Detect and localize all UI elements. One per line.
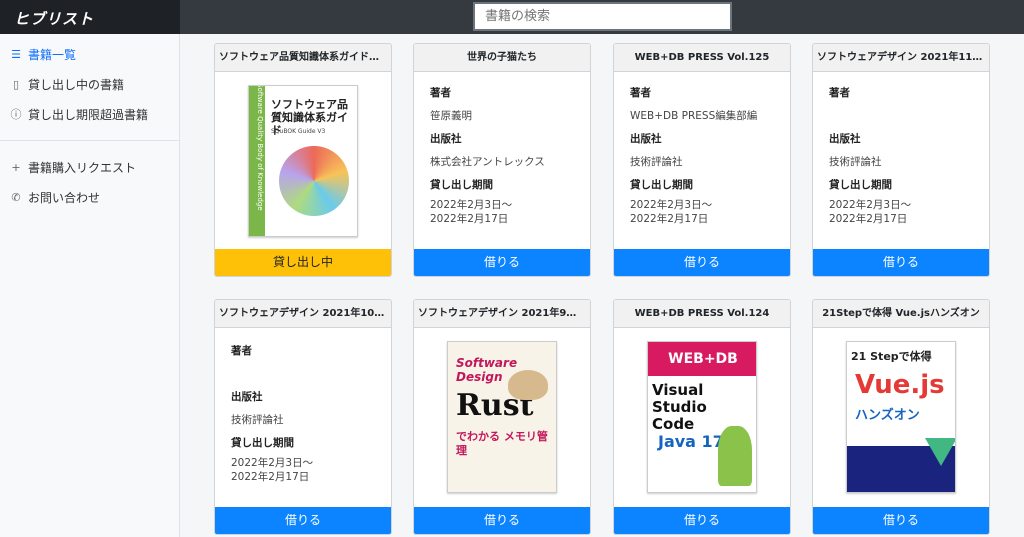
sidebar-item-label: 書籍一覧	[28, 47, 77, 62]
book-card: 世界の子猫たち 著者 笹原義明 出版社 株式会社アントレックス 貸し出し期間 2…	[413, 43, 591, 277]
sidebar-item-label: お問い合わせ	[28, 190, 101, 205]
file-icon: ▯	[12, 77, 20, 91]
borrow-button[interactable]: 借りる	[614, 507, 790, 534]
book-info: 著者 出版社 技術評論社 貸し出し期間 2022年2月3日～ 2022年2月17…	[829, 83, 911, 226]
period-label: 貸し出し期間	[430, 179, 493, 191]
book-title[interactable]: ソフトウェアデザイン 2021年9月号	[414, 300, 590, 328]
sidebar-item-lent-books[interactable]: ▯ 貸し出し中の書籍	[10, 74, 124, 94]
borrow-button[interactable]: 借りる	[414, 249, 590, 276]
period-end: 2022年2月17日	[630, 213, 709, 225]
publisher-label: 出版社	[630, 133, 662, 145]
sidebar-item-label: 貸し出し期限超過書籍	[28, 107, 149, 122]
period-end: 2022年2月17日	[430, 213, 509, 225]
period-start: 2022年2月3日～	[231, 457, 314, 469]
sidebar-divider	[0, 140, 179, 141]
sidebar-item-purchase-request[interactable]: + 書籍購入リクエスト	[10, 157, 136, 177]
author-value: WEB+DB PRESS編集部編	[630, 110, 758, 122]
book-title[interactable]: ソフトウェアデザイン 2021年11月号	[813, 44, 989, 72]
alert-circle-icon: ⓘ	[10, 108, 22, 121]
cover-side-text: 21 Stepで体得	[851, 350, 932, 363]
app-logo[interactable]: ヒブリスト	[14, 8, 94, 29]
period-label: 貸し出し期間	[630, 179, 693, 191]
cover-subtitle: Java 17	[658, 432, 724, 451]
cover-subtitle: SQuBOK Guide V3	[271, 128, 326, 135]
book-title[interactable]: WEB+DB PRESS Vol.125	[614, 44, 790, 72]
author-label: 著者	[630, 87, 651, 99]
cover-side-text: Software Quality Body of Knowledge	[256, 85, 264, 211]
vue-logo-icon	[925, 438, 955, 466]
period-start: 2022年2月3日～	[630, 199, 713, 211]
author-label: 著者	[430, 87, 451, 99]
book-card: ソフトウェアデザイン 2021年10月号 著者 出版社 技術評論社 貸し出し期間…	[214, 299, 392, 535]
book-card: WEB+DB PRESS Vol.124 WEB+DB PRESS Visual…	[613, 299, 791, 535]
book-card: WEB+DB PRESS Vol.125 著者 WEB+DB PRESS編集部編…	[613, 43, 791, 277]
author-label: 著者	[829, 87, 850, 99]
top-navbar: ヒブリスト	[0, 0, 1024, 34]
book-info: 著者 WEB+DB PRESS編集部編 出版社 技術評論社 貸し出し期間 202…	[630, 83, 757, 226]
book-info: 著者 笹原義明 出版社 株式会社アントレックス 貸し出し期間 2022年2月3日…	[430, 83, 545, 226]
book-card: ソフトウェアデザイン 2021年11月号 著者 出版社 技術評論社 貸し出し期間…	[812, 43, 990, 277]
cover-side-text: WEB+DB PRESS	[648, 342, 756, 401]
sidebar-item-overdue-books[interactable]: ⓘ 貸し出し期限超過書籍	[10, 104, 149, 124]
author-value: 笹原義明	[430, 110, 472, 122]
book-title[interactable]: 21Stepで体得 Vue.jsハンズオン	[813, 300, 989, 328]
book-card: 21Stepで体得 Vue.jsハンズオン 21 Stepで体得 Vue.js …	[812, 299, 990, 535]
plus-icon: +	[11, 160, 21, 174]
book-cover-image[interactable]: WEB+DB PRESS Visual Studio Code Java 17	[647, 341, 757, 493]
period-end: 2022年2月17日	[231, 471, 310, 483]
cover-subtitle: ハンズオン	[855, 408, 920, 423]
period-start: 2022年2月3日～	[829, 199, 912, 211]
borrow-button[interactable]: 借りる	[215, 507, 391, 534]
period-start: 2022年2月3日～	[430, 199, 513, 211]
phone-icon: ✆	[11, 190, 21, 204]
lent-status-button[interactable]: 貸し出し中	[215, 249, 391, 276]
publisher-value: 技術評論社	[231, 414, 284, 426]
publisher-label: 出版社	[829, 133, 861, 145]
search-input[interactable]	[473, 2, 732, 31]
borrow-button[interactable]: 借りる	[614, 249, 790, 276]
author-label: 著者	[231, 345, 252, 357]
sidebar-item-book-list[interactable]: ☰ 書籍一覧	[10, 44, 76, 64]
period-label: 貸し出し期間	[829, 179, 892, 191]
publisher-label: 出版社	[231, 391, 263, 403]
book-cover-image[interactable]: Software Quality Body of Knowledge ソフトウェ…	[248, 85, 358, 237]
book-cover-image[interactable]: 21 Stepで体得 Vue.js ハンズオン	[846, 341, 956, 493]
cover-title: Vue.js	[855, 370, 945, 400]
sidebar-item-label: 貸し出し中の書籍	[28, 77, 125, 92]
cover-art	[718, 426, 752, 486]
borrow-button[interactable]: 借りる	[414, 507, 590, 534]
publisher-label: 出版社	[430, 133, 462, 145]
cover-art	[279, 146, 349, 216]
sidebar-item-label: 書籍購入リクエスト	[28, 160, 137, 175]
borrow-button[interactable]: 借りる	[813, 507, 989, 534]
book-title[interactable]: WEB+DB PRESS Vol.124	[614, 300, 790, 328]
sidebar-item-contact[interactable]: ✆ お問い合わせ	[10, 187, 100, 207]
author-value	[829, 106, 911, 127]
list-icon: ☰	[11, 47, 21, 61]
publisher-value: 株式会社アントレックス	[430, 156, 545, 168]
book-card: ソフトウェア品質知識体系ガイド（第3版） Software Quality Bo…	[214, 43, 392, 277]
borrow-button[interactable]: 借りる	[813, 249, 989, 276]
publisher-value: 技術評論社	[829, 156, 882, 168]
period-end: 2022年2月17日	[829, 213, 908, 225]
publisher-value: 技術評論社	[630, 156, 683, 168]
cover-subtitle: でわかる メモリ管理	[456, 430, 548, 457]
book-cover-image[interactable]: Software Design Rust でわかる メモリ管理	[447, 341, 557, 493]
author-value	[231, 364, 313, 385]
sidebar: ☰ 書籍一覧 ▯ 貸し出し中の書籍 ⓘ 貸し出し期限超過書籍 + 書籍購入リクエ…	[0, 34, 180, 537]
period-label: 貸し出し期間	[231, 437, 294, 449]
logo-area[interactable]: ヒブリスト	[0, 0, 180, 34]
book-info: 著者 出版社 技術評論社 貸し出し期間 2022年2月3日～ 2022年2月17…	[231, 341, 313, 484]
book-title[interactable]: ソフトウェアデザイン 2021年10月号	[215, 300, 391, 328]
cover-art	[508, 370, 548, 400]
book-card: ソフトウェアデザイン 2021年9月号 Software Design Rust…	[413, 299, 591, 535]
book-title[interactable]: ソフトウェア品質知識体系ガイド（第3版）	[215, 44, 391, 72]
book-title[interactable]: 世界の子猫たち	[414, 44, 590, 72]
